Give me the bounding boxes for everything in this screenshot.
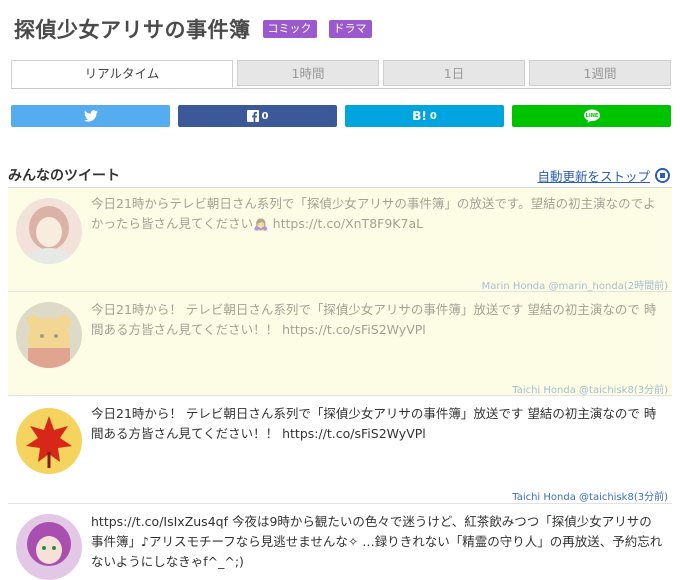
twitter-share-button[interactable]	[11, 105, 170, 127]
period-tabs: リアルタイム 1時間 1日 1週間	[11, 60, 671, 89]
line-icon: LINE	[583, 109, 601, 123]
tab-1hour[interactable]: 1時間	[237, 60, 379, 86]
avatar[interactable]	[16, 408, 82, 474]
avatar[interactable]	[16, 514, 82, 580]
section-title: みんなのツイート	[8, 168, 120, 184]
tab-1day[interactable]: 1日	[383, 60, 525, 86]
tweet-author[interactable]: Taichi Honda @taichisk8(3分前)	[512, 488, 668, 503]
tweet-item: 今日21時からテレビ朝日さん系列で「探偵少女アリサの事件簿」の放送です。望結の初…	[8, 188, 672, 292]
tweet-author[interactable]: Taichi Honda @taichisk8(3分前)	[512, 381, 668, 396]
twitter-bird-icon	[83, 110, 98, 122]
tab-realtime[interactable]: リアルタイム	[11, 60, 233, 88]
tweet-text: 今日21時から！ テレビ朝日さん系列で「探偵少女アリサの事件簿」放送です 望結の…	[91, 302, 657, 337]
auto-update-stop-link[interactable]: 自動更新をストップ	[537, 166, 670, 185]
hatena-bookmark-icon: B!	[412, 109, 427, 123]
tweet-text: https://t.co/IsIxZus4qf 今夜は9時から観たいの色々で迷う…	[91, 514, 663, 569]
tweet-text: 今日21時からテレビ朝日さん系列で「探偵少女アリサの事件簿」の放送です。望結の初…	[91, 196, 656, 231]
avatar[interactable]	[16, 302, 82, 368]
facebook-icon	[246, 110, 259, 122]
tweet-item: 今日21時から！ テレビ朝日さん系列で「探偵少女アリサの事件簿」放送です 望結の…	[8, 396, 672, 504]
tweet-author[interactable]: Marin Honda @marin_honda(2時間前)	[482, 277, 668, 292]
line-share-button[interactable]: LINE	[512, 105, 671, 127]
tweet-item: https://t.co/IsIxZus4qf 今夜は9時から観たいの色々で迷う…	[8, 504, 672, 580]
hatena-bookmark-count: 0	[429, 110, 437, 122]
avatar[interactable]	[16, 198, 82, 264]
facebook-share-count: 0	[261, 110, 269, 122]
svg-text:LINE: LINE	[585, 113, 598, 119]
stop-icon	[655, 168, 670, 183]
page-title: 探偵少女アリサの事件簿	[14, 18, 251, 42]
facebook-share-button[interactable]: 0	[178, 105, 337, 127]
tab-1week[interactable]: 1週間	[529, 60, 671, 86]
badge-comic[interactable]: コミック	[262, 20, 317, 38]
hatena-bookmark-button[interactable]: B! 0	[345, 105, 504, 127]
title-row: 探偵少女アリサの事件簿 コミック ドラマ	[14, 14, 372, 44]
tweet-item: 今日21時から！ テレビ朝日さん系列で「探偵少女アリサの事件簿」放送です 望結の…	[8, 292, 672, 396]
tweet-text: 今日21時から！ テレビ朝日さん系列で「探偵少女アリサの事件簿」放送です 望結の…	[91, 406, 657, 441]
badge-drama[interactable]: ドラマ	[328, 20, 372, 38]
auto-update-stop-label: 自動更新をストップ	[537, 169, 650, 184]
